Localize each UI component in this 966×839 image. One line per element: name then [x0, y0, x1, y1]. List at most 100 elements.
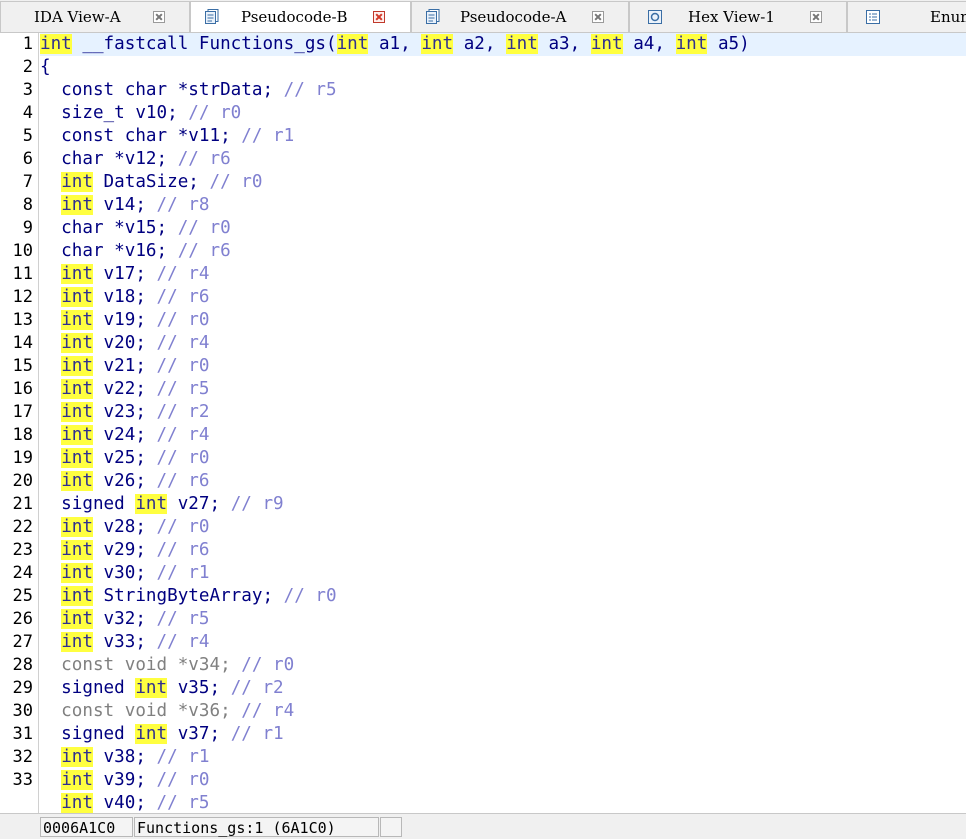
- keyword-token[interactable]: int: [40, 34, 72, 54]
- code-token[interactable]: [40, 310, 61, 330]
- code-line[interactable]: int v39; // r0: [40, 769, 210, 792]
- comment-token[interactable]: // r4: [157, 632, 210, 652]
- code-line[interactable]: char *v12; // r6: [40, 148, 231, 171]
- code-line[interactable]: const char *v11; // r1: [40, 125, 294, 148]
- code-token[interactable]: [40, 172, 61, 192]
- code-line[interactable]: int v40; // r5: [40, 792, 210, 813]
- comment-token[interactable]: // r1: [157, 563, 210, 583]
- keyword-token[interactable]: int: [61, 517, 93, 537]
- keyword-token[interactable]: int: [61, 264, 93, 284]
- code-line[interactable]: size_t v10; // r0: [40, 102, 241, 125]
- comment-token[interactable]: // r0: [284, 586, 337, 606]
- code-token[interactable]: signed: [40, 678, 135, 698]
- code-token[interactable]: [40, 448, 61, 468]
- code-token[interactable]: v24;: [93, 425, 157, 445]
- code-token[interactable]: DataSize;: [93, 172, 210, 192]
- keyword-token[interactable]: int: [61, 448, 93, 468]
- code-token[interactable]: [40, 264, 61, 284]
- code-token[interactable]: [40, 770, 61, 790]
- code-token[interactable]: v22;: [93, 379, 157, 399]
- keyword-token[interactable]: int: [135, 678, 168, 698]
- code-token[interactable]: v33;: [93, 632, 157, 652]
- code-line[interactable]: const char *strData; // r5: [40, 79, 337, 102]
- close-icon[interactable]: [810, 11, 822, 23]
- code-line[interactable]: char *v16; // r6: [40, 240, 231, 263]
- code-line[interactable]: int v20; // r4: [40, 332, 210, 355]
- comment-token[interactable]: // r9: [231, 494, 284, 514]
- keyword-token[interactable]: int: [135, 494, 168, 514]
- code-token[interactable]: char *v12;: [40, 149, 178, 169]
- comment-token[interactable]: // r0: [178, 218, 231, 238]
- code-line[interactable]: int StringByteArray; // r0: [40, 585, 337, 608]
- comment-token[interactable]: // r1: [241, 126, 294, 146]
- comment-token[interactable]: // r1: [157, 747, 210, 767]
- code-token[interactable]: a1,: [368, 34, 421, 54]
- keyword-token[interactable]: int: [421, 34, 454, 54]
- code-token[interactable]: v23;: [93, 402, 157, 422]
- code-token[interactable]: v30;: [93, 563, 157, 583]
- keyword-token[interactable]: int: [675, 34, 708, 54]
- keyword-token[interactable]: int: [61, 793, 93, 813]
- comment-token[interactable]: // r5: [284, 80, 337, 100]
- code-token[interactable]: v26;: [93, 471, 157, 491]
- comment-token[interactable]: // r4: [157, 425, 210, 445]
- code-token[interactable]: char *v16;: [40, 241, 178, 261]
- code-token[interactable]: a3,: [538, 34, 591, 54]
- code-token[interactable]: [40, 333, 61, 353]
- code-token[interactable]: [40, 402, 61, 422]
- comment-token[interactable]: // r8: [157, 195, 210, 215]
- keyword-token[interactable]: int: [61, 471, 93, 491]
- comment-token[interactable]: // r5: [157, 379, 210, 399]
- code-token[interactable]: v28;: [93, 517, 157, 537]
- code-line[interactable]: const void *v36; // r4: [40, 700, 294, 723]
- code-token[interactable]: [40, 287, 61, 307]
- comment-token[interactable]: // r4: [241, 701, 294, 721]
- code-token[interactable]: v14;: [93, 195, 157, 215]
- close-icon[interactable]: [592, 11, 604, 23]
- code-line[interactable]: int DataSize; // r0: [40, 171, 262, 194]
- keyword-token[interactable]: int: [61, 770, 93, 790]
- code-token[interactable]: a2,: [453, 34, 506, 54]
- code-token[interactable]: [40, 356, 61, 376]
- code-token[interactable]: const void *v36;: [40, 701, 241, 721]
- code-line[interactable]: signed int v35; // r2: [40, 677, 284, 700]
- comment-token[interactable]: // r6: [178, 149, 231, 169]
- code-token[interactable]: [40, 425, 61, 445]
- code-line[interactable]: int v14; // r8: [40, 194, 210, 217]
- keyword-token[interactable]: int: [135, 724, 168, 744]
- code-line[interactable]: int v25; // r0: [40, 447, 210, 470]
- code-token[interactable]: __fastcall Functions_gs(: [72, 34, 336, 54]
- code-token[interactable]: [40, 195, 61, 215]
- keyword-token[interactable]: int: [590, 34, 623, 54]
- tab-pseudocode-b[interactable]: Pseudocode-B: [190, 1, 411, 32]
- comment-token[interactable]: // r2: [157, 402, 210, 422]
- code-token[interactable]: v39;: [93, 770, 157, 790]
- code-token[interactable]: signed: [40, 494, 135, 514]
- code-line[interactable]: int v30; // r1: [40, 562, 210, 585]
- tab-ida-view-a[interactable]: IDA View-A: [0, 1, 190, 32]
- code-line[interactable]: char *v15; // r0: [40, 217, 231, 240]
- keyword-token[interactable]: int: [506, 34, 538, 54]
- tab-enums[interactable]: Enum: [847, 1, 966, 32]
- code-line[interactable]: signed int v37; // r1: [40, 723, 284, 746]
- code-token[interactable]: [40, 471, 61, 491]
- code-token[interactable]: v21;: [93, 356, 157, 376]
- keyword-token[interactable]: int: [61, 540, 93, 560]
- code-token[interactable]: [40, 563, 61, 583]
- code-token[interactable]: v19;: [93, 310, 157, 330]
- keyword-token[interactable]: int: [61, 402, 93, 422]
- code-line[interactable]: int v23; // r2: [40, 401, 210, 424]
- code-token[interactable]: [40, 586, 61, 606]
- keyword-token[interactable]: int: [61, 310, 93, 330]
- close-icon[interactable]: [373, 11, 385, 23]
- keyword-token[interactable]: int: [336, 34, 369, 54]
- comment-token[interactable]: // r0: [188, 103, 241, 123]
- code-line[interactable]: int v26; // r6: [40, 470, 210, 493]
- code-token[interactable]: size_t v10;: [40, 103, 188, 123]
- code-token[interactable]: v37;: [167, 724, 231, 744]
- comment-token[interactable]: // r0: [157, 356, 210, 376]
- keyword-token[interactable]: int: [61, 195, 93, 215]
- comment-token[interactable]: // r0: [157, 770, 210, 790]
- code-token[interactable]: v38;: [93, 747, 157, 767]
- code-line[interactable]: int v33; // r4: [40, 631, 210, 654]
